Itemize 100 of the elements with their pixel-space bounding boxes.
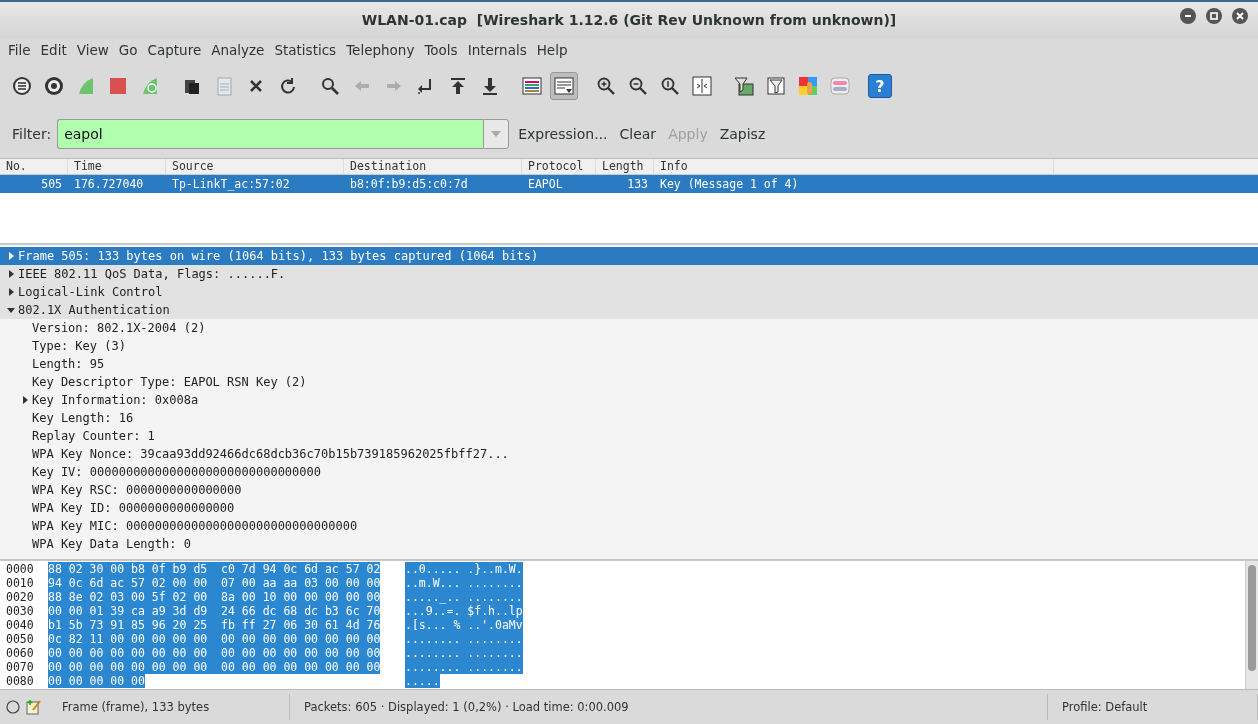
reload-icon: [278, 76, 298, 96]
tree-row[interactable]: Key IV: 00000000000000000000000000000000: [0, 463, 1258, 481]
menu-item[interactable]: Analyze: [206, 42, 270, 58]
hex-bytes: 0c 82 11 00 00 00 00 00 00 00 00 00 00 00 00 00: [48, 632, 381, 646]
close-button[interactable]: [1232, 8, 1248, 24]
tree-row[interactable]: WPA Key ID: 0000000000000000: [0, 499, 1258, 517]
column-header[interactable]: Time: [68, 159, 166, 174]
tree-row[interactable]: Version: 802.1X-2004 (2): [0, 319, 1258, 337]
tree-row[interactable]: Logical-Link Control: [0, 283, 1258, 301]
tree-row[interactable]: Type: Key (3): [0, 337, 1258, 355]
table-cell-text: 505: [40, 177, 63, 191]
filter-label: Filter:: [12, 126, 52, 142]
fin-icon: [76, 76, 96, 96]
menu-item[interactable]: View: [71, 42, 114, 58]
table-cell-text: Tp-LinkT_ac:57:02: [171, 177, 291, 191]
maximize-button[interactable]: [1206, 8, 1222, 24]
hex-offset: 0080: [6, 674, 35, 688]
menu-item[interactable]: Internals: [462, 42, 532, 58]
menu-item[interactable]: Statistics: [269, 42, 342, 58]
menu-item[interactable]: Capture: [142, 42, 207, 58]
stop-icon: [108, 76, 128, 96]
minus-icon: [1184, 12, 1192, 20]
tree-row[interactable]: WPA Key Nonce: 39caa93dd92466dc68dcb36c70b15b739185962025fbff27...: [0, 445, 1258, 463]
zoom-reset-icon: [660, 76, 680, 96]
column-header[interactable]: Info: [654, 159, 1054, 174]
filter-button[interactable]: Zapisz: [716, 126, 769, 142]
column-header[interactable]: Length: [596, 159, 654, 174]
tree-item-text: Replay Counter: 1: [32, 429, 155, 443]
tree-item-text: Frame 505: 133 bytes on wire (1064 bits), 133 bytes captured (1064 bits): [18, 249, 539, 263]
hex-offset: 0010: [6, 576, 35, 590]
minimize-button[interactable]: [1180, 8, 1196, 24]
tree-row[interactable]: Key Information: 0x008a: [0, 391, 1258, 409]
tree-item-text: WPA Key RSC: 0000000000000000: [32, 483, 242, 497]
hex-offset: 0060: [6, 646, 35, 660]
tree-item-text: Key Descriptor Type: EAPOL RSN Key (2): [32, 375, 307, 389]
column-header[interactable]: No.: [0, 159, 68, 174]
tree-item-text: WPA Key Nonce: 39caa93dd92466dc68dcb36c70b15b739185962025fbff27...: [32, 447, 509, 461]
table-cell-text: 176.727040: [73, 177, 145, 191]
profile-text[interactable]: Profile: Default: [1062, 700, 1148, 714]
hex-offset: 0020: [6, 590, 35, 604]
menu-item[interactable]: Go: [113, 42, 143, 58]
gear-icon: [44, 76, 64, 96]
scrollbar-thumb[interactable]: [1248, 565, 1256, 671]
tree-row[interactable]: 802.1X Authentication: [0, 301, 1258, 319]
menu-item[interactable]: File: [3, 42, 36, 58]
tree-row[interactable]: Frame 505: 133 bytes on wire (1064 bits), 133 bytes captured (1064 bits): [0, 247, 1258, 265]
status-text: Packets: 605 · Displayed: 1 (0,2%) · Load time: 0:00.009: [304, 700, 629, 714]
hex-bytes: 00 00 01 39 ca a9 3d d9 24 66 dc 68 dc b3 6c 70: [48, 604, 381, 618]
expanded-arrow-icon[interactable]: [7, 306, 15, 314]
tree-row[interactable]: Key Length: 16: [0, 409, 1258, 427]
collapsed-arrow-icon[interactable]: [7, 270, 15, 278]
hex-offset: 0030: [6, 604, 35, 618]
arrow-up-bar-icon: [448, 76, 468, 96]
tree-row[interactable]: Length: 95: [0, 355, 1258, 373]
tree-row[interactable]: WPA Key MIC: 00000000000000000000000000000000: [0, 517, 1258, 535]
filter-button[interactable]: Expression...: [515, 126, 611, 142]
tree-item-text: Length: 95: [32, 357, 105, 371]
filter-field[interactable]: eapol: [57, 119, 484, 149]
filter-button[interactable]: Clear: [616, 126, 660, 142]
ascii-text: ....._.. ........: [405, 590, 523, 604]
table-cell-text: b8:0f:b9:d5:c0:7d: [349, 177, 469, 191]
ascii-text: .[s... % ..'.0aMv: [405, 618, 523, 632]
menu-item[interactable]: Help: [531, 42, 573, 58]
ascii-text: ........ ........: [405, 632, 523, 646]
edit-note-icon[interactable]: [26, 699, 42, 715]
search-icon: [320, 76, 340, 96]
collapsed-arrow-icon[interactable]: [7, 288, 15, 296]
column-header[interactable]: Destination: [344, 159, 522, 174]
ascii-text: .....: [405, 674, 440, 688]
hex-bytes: 88 02 30 00 b8 0f b9 d5 c0 7d 94 0c 6d ac 57 02: [48, 562, 381, 576]
toggle-icon: [830, 76, 850, 96]
tree-row[interactable]: Replay Counter: 1: [0, 427, 1258, 445]
scrollbar[interactable]: [1245, 561, 1258, 689]
list-scroll-icon: [554, 76, 574, 96]
collapsed-arrow-icon[interactable]: [21, 396, 29, 404]
menu-item[interactable]: Telephony: [341, 42, 420, 58]
tree-row[interactable]: IEEE 802.11 QoS Data, Flags: ......F.: [0, 265, 1258, 283]
window-title: WLAN-01.cap [Wireshark 1.12.6 (Git Rev Unknown from unknown)]: [361, 12, 897, 28]
hex-bytes: 00 00 00 00 00: [48, 674, 145, 688]
table-cell-text: EAPOL: [527, 177, 564, 191]
hex-offset: 0070: [6, 660, 35, 674]
columns-icon: [692, 76, 712, 96]
tree-row[interactable]: WPA Key Data Length: 0: [0, 535, 1258, 553]
hex-bytes: 94 0c 6d ac 57 02 00 00 07 00 aa aa 03 00 00 00: [48, 576, 381, 590]
menu-item[interactable]: Edit: [35, 42, 72, 58]
tree-item-text: IEEE 802.11 QoS Data, Flags: ......F.: [18, 267, 286, 281]
column-header[interactable]: Source: [166, 159, 344, 174]
tree-item-text: WPA Key Data Length: 0: [32, 537, 191, 551]
document-icon: [214, 76, 234, 96]
help-button[interactable]: ?: [868, 74, 892, 98]
tree-row[interactable]: Key Descriptor Type: EAPOL RSN Key (2): [0, 373, 1258, 391]
column-header[interactable]: Protocol: [522, 159, 596, 174]
packet-row[interactable]: 505 176.727040 Tp-LinkT_ac:57:02 b8:0f:b9:d5:c0:7d EAPOL 133 Key (Message 1 of 4): [0, 175, 1258, 193]
ascii-text: ........ ........: [405, 646, 523, 660]
zoom-in-icon: [596, 76, 616, 96]
hex-bytes: 88 8e 02 03 00 5f 02 00 8a 00 10 00 00 00 00 00: [48, 590, 381, 604]
circle-icon[interactable]: [6, 700, 20, 714]
tree-item-text: Logical-Link Control: [18, 285, 163, 299]
tree-row[interactable]: WPA Key RSC: 0000000000000000: [0, 481, 1258, 499]
menu-item[interactable]: Tools: [419, 42, 463, 58]
